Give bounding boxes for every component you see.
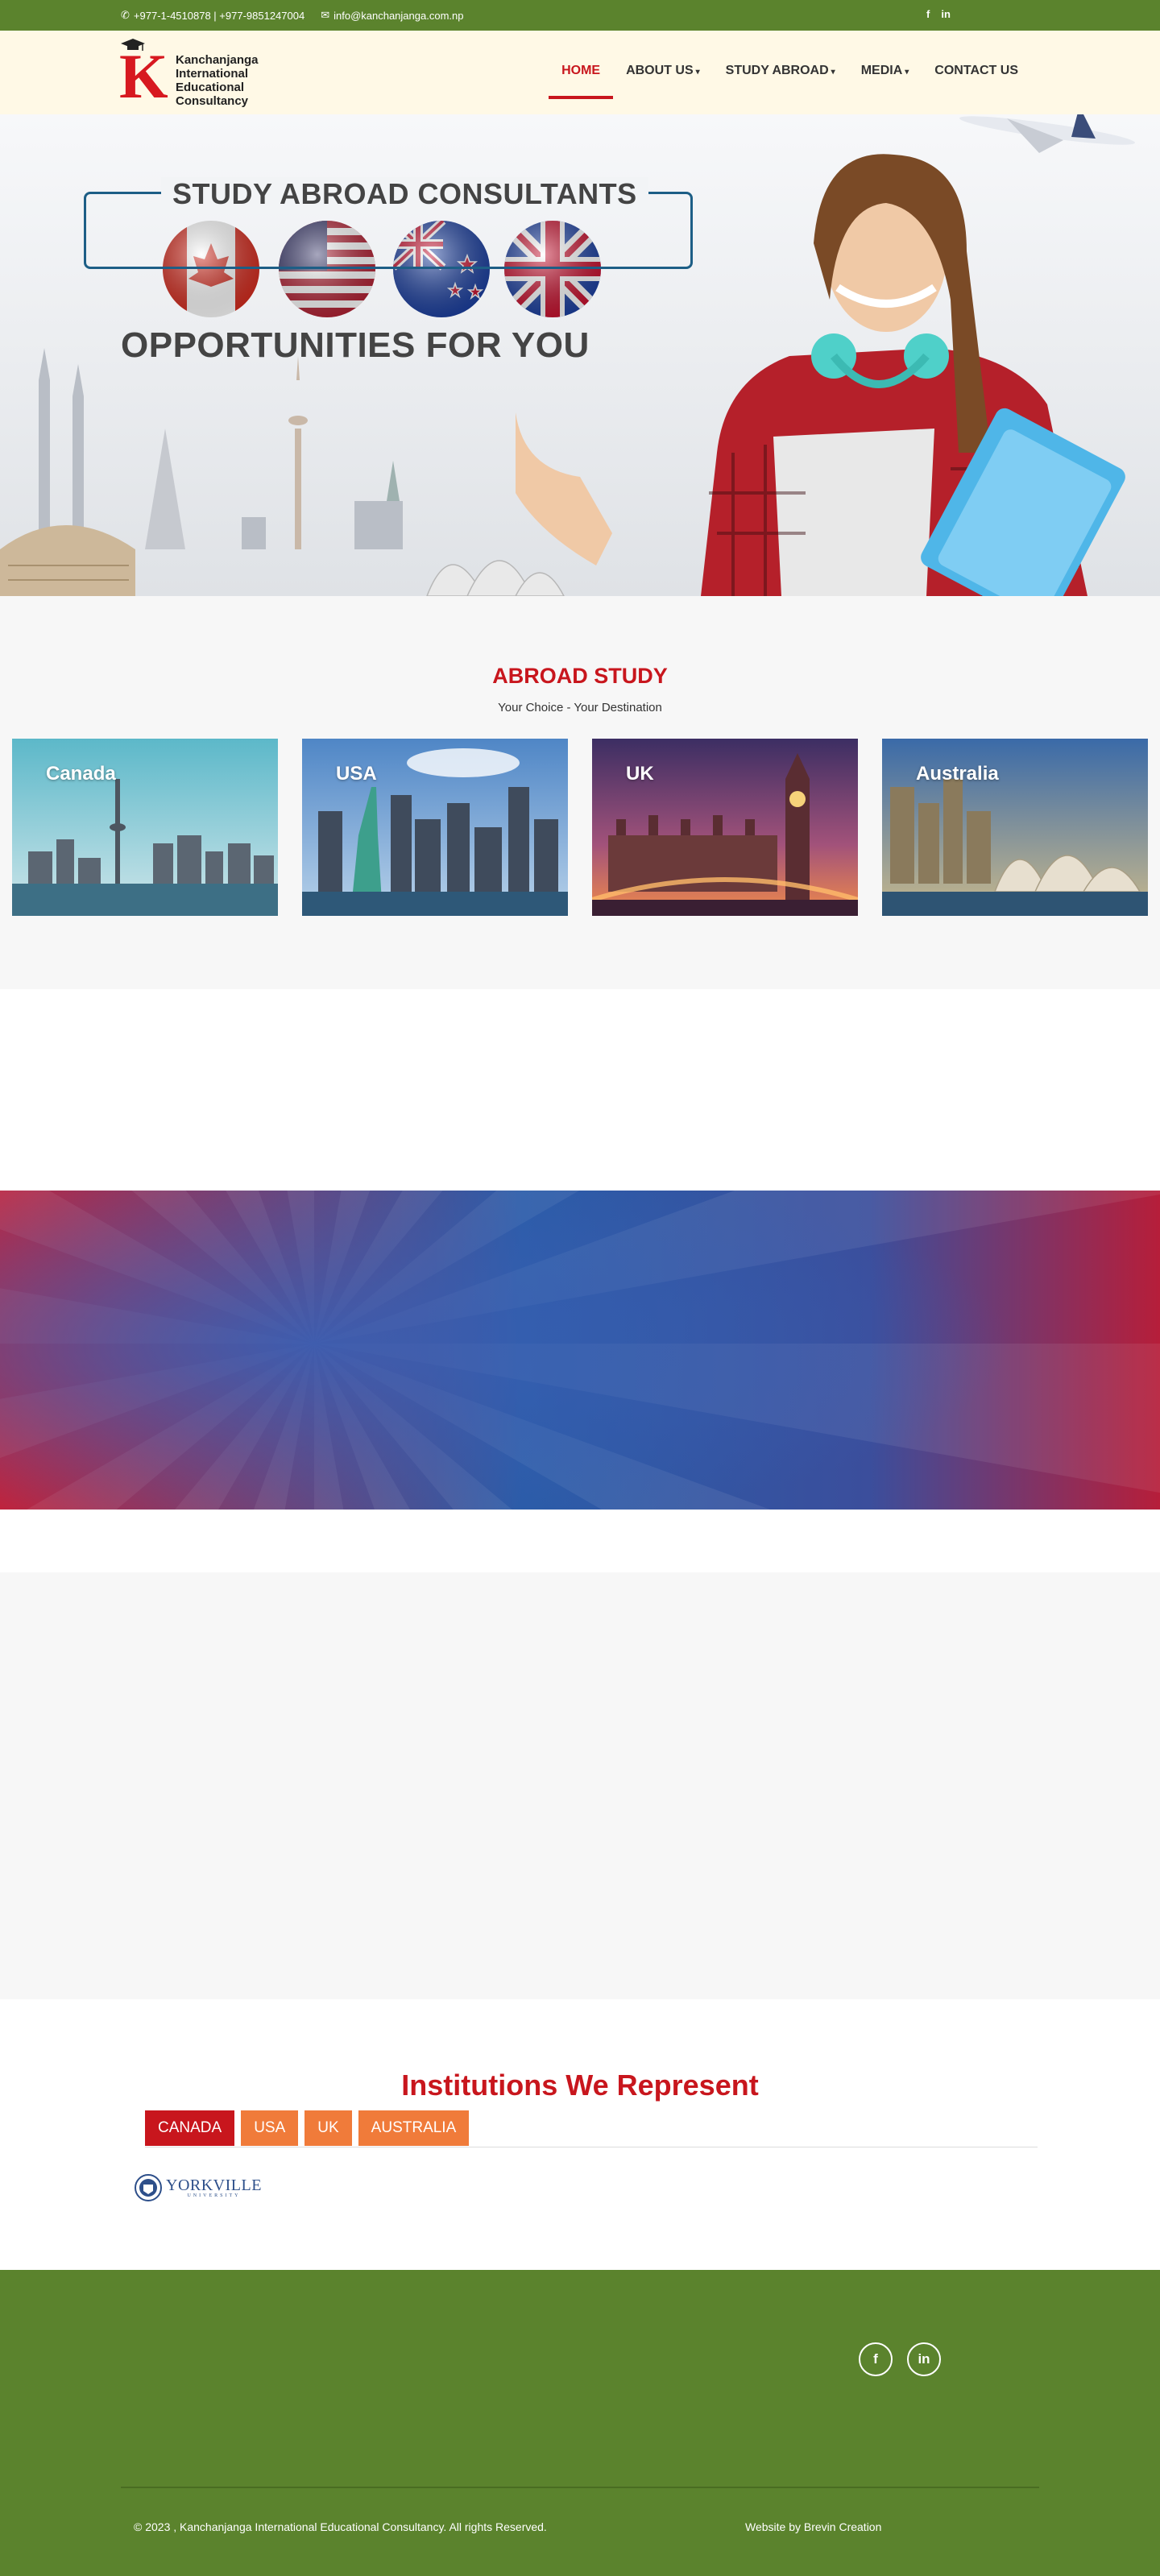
nav-media[interactable]: MEDIA ▾ bbox=[848, 56, 922, 93]
copyright-text: © 2023 , Kanchanjanga International Educ… bbox=[134, 2520, 547, 2533]
linkedin-icon[interactable]: in bbox=[907, 2342, 941, 2376]
nav-about-us[interactable]: ABOUT US ▾ bbox=[613, 56, 713, 93]
nav-label: STUDY ABROAD bbox=[725, 64, 829, 77]
promo-burst-banner bbox=[0, 1191, 1160, 1510]
logo-letter: K bbox=[119, 41, 168, 111]
logo-wordmark: YORKVILLE bbox=[166, 2176, 262, 2194]
phone-contact[interactable]: ✆ +977-1-4510878 | +977-9851247004 bbox=[121, 9, 304, 22]
tab-usa[interactable]: USA bbox=[241, 2110, 299, 2146]
tab-uk[interactable]: UK bbox=[304, 2110, 352, 2146]
yorkville-university-logo[interactable]: YORKVILLE UNIVERSITY bbox=[134, 2173, 262, 2202]
nav-contact-us[interactable]: CONTACT US bbox=[922, 56, 1031, 93]
top-bar: ✆ +977-1-4510878 | +977-9851247004 ✉ inf… bbox=[0, 0, 1160, 31]
main-nav: HOME ABOUT US ▾ STUDY ABROAD ▾ MEDIA ▾ CONT… bbox=[549, 56, 1031, 99]
card-label: USA bbox=[336, 763, 377, 785]
institutions-heading: Institutions We Represent bbox=[401, 2069, 759, 2102]
university-crest-icon bbox=[135, 2174, 162, 2201]
caret-down-icon: ▾ bbox=[695, 68, 700, 77]
hero-banner: STUDY ABROAD CONSULTANTS OPPORTUNITIES F… bbox=[0, 114, 1160, 596]
section-heading: ABROAD STUDY bbox=[492, 664, 668, 688]
destination-card-usa[interactable]: USA bbox=[302, 739, 568, 916]
hero-subtitle: OPPORTUNITIES FOR YOU bbox=[121, 325, 590, 365]
empty-content-section bbox=[0, 1572, 1160, 1999]
logo-line: International bbox=[176, 67, 249, 81]
email-contact[interactable]: ✉ info@kanchanjanga.com.np bbox=[321, 9, 463, 22]
nav-home[interactable]: HOME bbox=[549, 56, 614, 99]
institution-tabs: CANADA USA UK AUSTRALIA bbox=[145, 2110, 1038, 2147]
card-label: UK bbox=[626, 763, 654, 785]
phone-icon: ✆ bbox=[121, 9, 130, 21]
facebook-icon[interactable]: f bbox=[859, 2342, 893, 2376]
section-tagline: Your Choice - Your Destination bbox=[498, 701, 662, 714]
caret-down-icon: ▾ bbox=[905, 68, 909, 77]
email-text: info@kanchanjanga.com.np bbox=[334, 9, 464, 22]
destination-card-uk[interactable]: UK bbox=[592, 739, 858, 916]
website-credit-link[interactable]: Website by Brevin Creation bbox=[745, 2516, 881, 2537]
facebook-icon[interactable]: f bbox=[926, 8, 930, 20]
card-label: Australia bbox=[916, 763, 999, 785]
contact-info: ✆ +977-1-4510878 | +977-9851247004 ✉ inf… bbox=[121, 9, 463, 22]
nav-label: MEDIA bbox=[860, 64, 903, 77]
footer-divider bbox=[121, 2487, 1039, 2488]
site-header: K Kanchanjanga International Educational… bbox=[0, 31, 1160, 114]
destination-card-australia[interactable]: Australia bbox=[882, 739, 1148, 916]
phone-text: +977-1-4510878 | +977-9851247004 bbox=[133, 9, 305, 22]
site-footer: f in © 2023 , Kanchanjanga International… bbox=[0, 2270, 1160, 2576]
nav-label: CONTACT US bbox=[934, 64, 1018, 77]
card-label: Canada bbox=[46, 763, 116, 785]
hero-title: STUDY ABROAD CONSULTANTS bbox=[161, 177, 648, 211]
top-social-links: f in bbox=[926, 8, 951, 20]
logo-line: Educational bbox=[176, 81, 245, 94]
envelope-icon: ✉ bbox=[321, 9, 330, 21]
tab-australia[interactable]: AUSTRALIA bbox=[358, 2110, 470, 2146]
site-logo[interactable]: K Kanchanjanga International Educational… bbox=[119, 39, 272, 111]
logo-text: Kanchanjanga International Educational C… bbox=[176, 53, 259, 108]
destination-card-canada[interactable]: Canada bbox=[12, 739, 278, 916]
nav-label: ABOUT US bbox=[626, 64, 694, 77]
logo-line: Kanchanjanga bbox=[176, 53, 259, 67]
logo-line: Consultancy bbox=[176, 94, 249, 108]
burst-background bbox=[0, 1191, 1160, 1510]
tab-canada[interactable]: CANADA bbox=[145, 2110, 235, 2146]
abroad-study-section: ABROAD STUDY Your Choice - Your Destinat… bbox=[0, 596, 1160, 989]
nav-study-abroad[interactable]: STUDY ABROAD ▾ bbox=[713, 56, 848, 93]
caret-down-icon: ▾ bbox=[831, 68, 835, 77]
linkedin-icon[interactable]: in bbox=[941, 8, 951, 20]
nav-label: HOME bbox=[561, 64, 601, 77]
